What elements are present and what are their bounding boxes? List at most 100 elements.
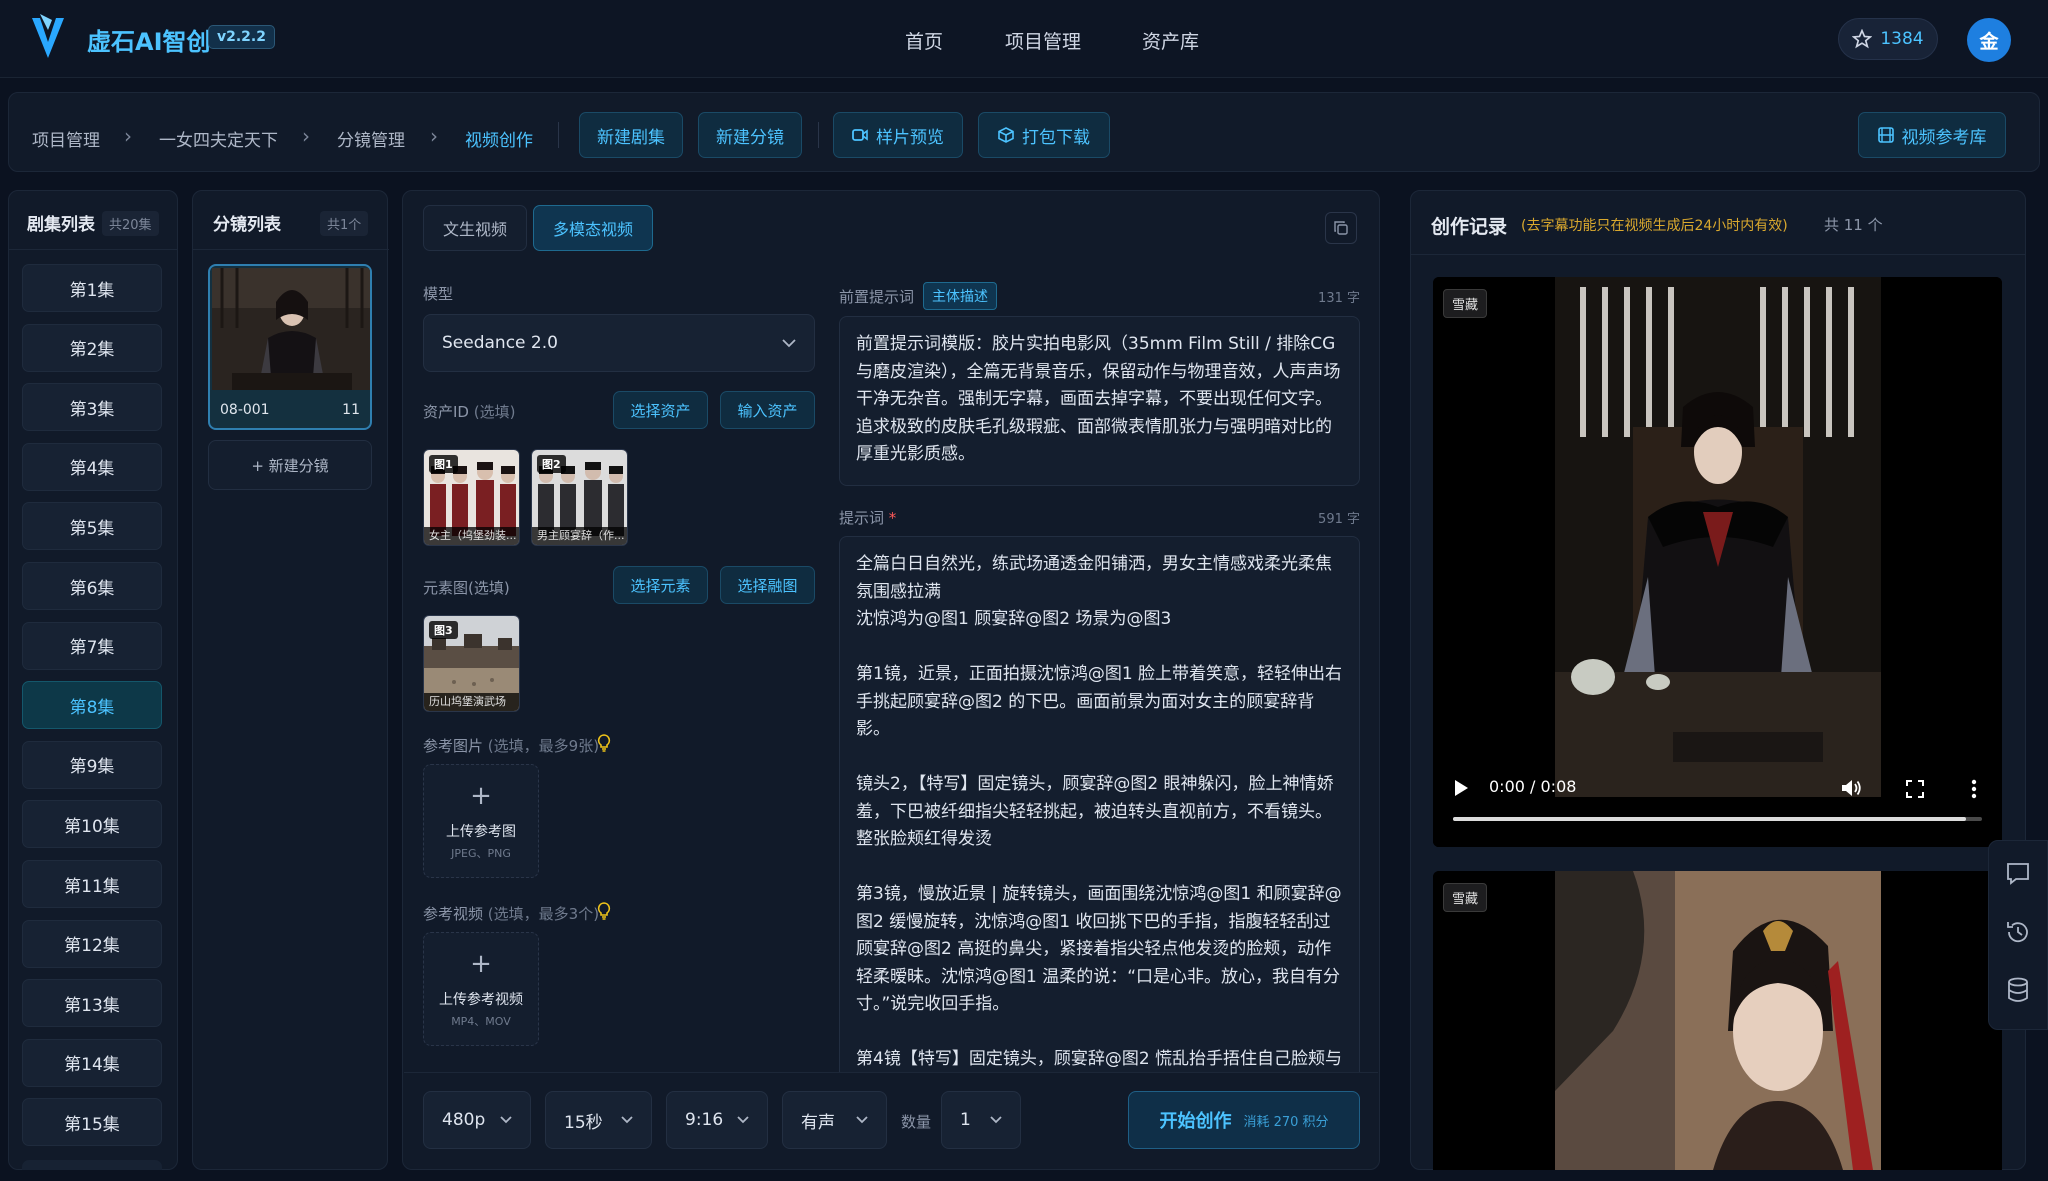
asset-caption-2: 男主顾宴辞（作... <box>532 527 627 545</box>
upload-image-button[interactable]: + 上传参考图 JPEG、PNG <box>423 764 539 878</box>
video-progress-fill <box>1453 817 1967 821</box>
records-title: 创作记录 <box>1431 216 1508 238</box>
audio-select[interactable]: 有声 <box>782 1091 887 1149</box>
element-thumb[interactable]: 图3 历山坞堡演武场 <box>423 615 520 712</box>
preview-label: 样片预览 <box>876 127 944 148</box>
ratio-value: 9:16 <box>685 1110 724 1130</box>
avatar[interactable]: 金 <box>1967 18 2011 62</box>
episode-item[interactable]: 第5集 <box>22 502 162 551</box>
start-create-button[interactable]: 开始创作 消耗 270 积分 <box>1128 1091 1360 1149</box>
resolution-value: 480p <box>442 1110 486 1130</box>
episode-item[interactable]: 第7集 <box>22 621 162 670</box>
duration-select[interactable]: 15秒 <box>545 1091 652 1149</box>
more-options-icon[interactable] <box>1971 779 1977 799</box>
model-select[interactable]: Seedance 2.0 <box>423 314 815 372</box>
episode-item[interactable]: 第15集 <box>22 1098 162 1147</box>
video-ref-button[interactable]: 视频参考库 <box>1858 112 2006 158</box>
preview-button[interactable]: 样片预览 <box>833 112 963 158</box>
nav-assets[interactable]: 资产库 <box>1142 27 1199 54</box>
new-series-button[interactable]: 新建剧集 <box>579 112 683 158</box>
breadcrumb-projects[interactable]: 项目管理 <box>32 126 100 151</box>
episode-item[interactable]: 第13集 <box>22 979 162 1028</box>
tab-multimodal-video[interactable]: 多模态视频 <box>533 205 653 251</box>
episode-item[interactable]: 第14集 <box>22 1038 162 1087</box>
episode-item[interactable]: 第1集 <box>22 264 162 312</box>
chevron-down-icon <box>500 1116 512 1124</box>
chat-button[interactable] <box>1988 846 2048 902</box>
cost-label: 消耗 270 积分 <box>1243 1114 1329 1130</box>
video-player-1[interactable]: 雪藏 0:00 / 0:08 <box>1433 277 2002 847</box>
episode-count: 共20集 <box>102 211 159 236</box>
episode-list-title: 剧集列表 <box>27 215 95 235</box>
lightbulb-icon[interactable] <box>597 902 611 920</box>
asset-thumb-2[interactable]: 图2 男主顾宴辞（作... <box>531 449 628 546</box>
asset-caption-1: 女主（坞堡劲装... <box>424 527 519 545</box>
plus-icon: + <box>470 781 492 811</box>
records-count: 共 11 个 <box>1824 216 1883 234</box>
shot-card[interactable]: 08-001 11 <box>208 264 372 430</box>
select-element-button[interactable]: 选择元素 <box>613 566 708 604</box>
hide-tag[interactable]: 雪藏 <box>1443 289 1488 318</box>
episode-item[interactable]: 第9集 <box>22 740 162 789</box>
records-note: (去字幕功能只在视频生成后24小时内有效) <box>1521 218 1788 234</box>
ref-video-label: 参考视频 (选填，最多3个) <box>423 905 600 923</box>
lightbulb-icon[interactable] <box>597 734 611 752</box>
breadcrumb-shots[interactable]: 分镜管理 <box>337 126 405 151</box>
duration-value: 15秒 <box>564 1112 603 1133</box>
video-progress-track[interactable] <box>1453 817 1982 821</box>
database-button[interactable] <box>1988 962 2048 1018</box>
episode-item[interactable]: 第12集 <box>22 919 162 968</box>
episode-item[interactable]: 第8集 <box>22 681 162 730</box>
video-frame-2 <box>1433 871 2002 1170</box>
nav-projects[interactable]: 项目管理 <box>1005 27 1081 54</box>
episode-item[interactable]: 第2集 <box>22 323 162 372</box>
qty-label: 数量 <box>901 1113 932 1131</box>
divider <box>193 249 389 250</box>
pre-prompt-tag[interactable]: 主体描述 <box>923 282 997 310</box>
top-header: 虚石AI智创 v2.2.2 首页 项目管理 资产库 1384 金 <box>0 0 2048 78</box>
select-asset-button[interactable]: 选择资产 <box>613 391 708 429</box>
model-label: 模型 <box>423 285 454 303</box>
audio-value: 有声 <box>801 1112 835 1133</box>
logo-icon[interactable] <box>28 12 68 64</box>
brand-name: 虚石AI智创 <box>87 28 211 56</box>
episode-item[interactable]: 第6集 <box>22 562 162 610</box>
episode-item[interactable]: 第3集 <box>22 383 162 432</box>
volume-icon[interactable] <box>1841 778 1863 798</box>
video-camera-icon <box>852 129 868 141</box>
select-fusion-button[interactable]: 选择融图 <box>720 566 815 604</box>
tab-text-to-video[interactable]: 文生视频 <box>423 205 527 251</box>
nav-home[interactable]: 首页 <box>905 27 943 54</box>
input-asset-button[interactable]: 输入资产 <box>720 391 815 429</box>
new-shot-button[interactable]: 新建分镜 <box>698 112 802 158</box>
upload-video-button[interactable]: + 上传参考视频 MP4、MOV <box>423 932 539 1046</box>
qty-select[interactable]: 1 <box>941 1091 1021 1149</box>
ratio-select[interactable]: 9:16 <box>666 1091 768 1149</box>
element-label: 元素图(选填) <box>423 579 510 597</box>
copy-icon <box>1334 221 1348 235</box>
download-button[interactable]: 打包下载 <box>978 112 1110 158</box>
ref-image-label: 参考图片 (选填，最多9张) <box>423 737 600 755</box>
points-badge[interactable]: 1384 <box>1838 18 1938 60</box>
element-caption: 历山坞堡演武场 <box>424 693 519 711</box>
play-icon[interactable] <box>1453 779 1469 797</box>
breadcrumb-series[interactable]: 一女四夫定天下 <box>159 126 278 151</box>
copy-button[interactable] <box>1325 212 1357 244</box>
shot-number: 11 <box>342 402 360 418</box>
star-icon <box>1852 29 1873 49</box>
episode-item[interactable]: 第11集 <box>22 860 162 908</box>
pre-prompt-label: 前置提示词 <box>839 288 915 306</box>
hide-tag[interactable]: 雪藏 <box>1443 883 1488 912</box>
resolution-select[interactable]: 480p <box>423 1091 531 1149</box>
pre-prompt-count: 131 字 <box>1318 291 1360 306</box>
pre-prompt-textarea[interactable]: 前置提示词模版：胶片实拍电影风（35mm Film Still / 排除CG与磨… <box>839 316 1360 486</box>
history-button[interactable] <box>1988 904 2048 960</box>
episode-item[interactable]: 第4集 <box>22 442 162 491</box>
episode-item[interactable]: 第10集 <box>22 800 162 849</box>
breadcrumb-video[interactable]: 视频创作 <box>465 126 533 151</box>
new-shot-card[interactable]: + 新建分镜 <box>208 440 372 490</box>
prompt-textarea[interactable]: 全篇白日自然光，练武场通透金阳铺洒，男女主情感戏柔光柔焦氛围感拉满 沈惊鸿为@图… <box>839 536 1360 1072</box>
video-player-2[interactable]: 雪藏 <box>1433 871 2002 1170</box>
fullscreen-icon[interactable] <box>1906 780 1924 798</box>
asset-thumb-1[interactable]: 图1 女主（坞堡劲装... <box>423 449 520 546</box>
